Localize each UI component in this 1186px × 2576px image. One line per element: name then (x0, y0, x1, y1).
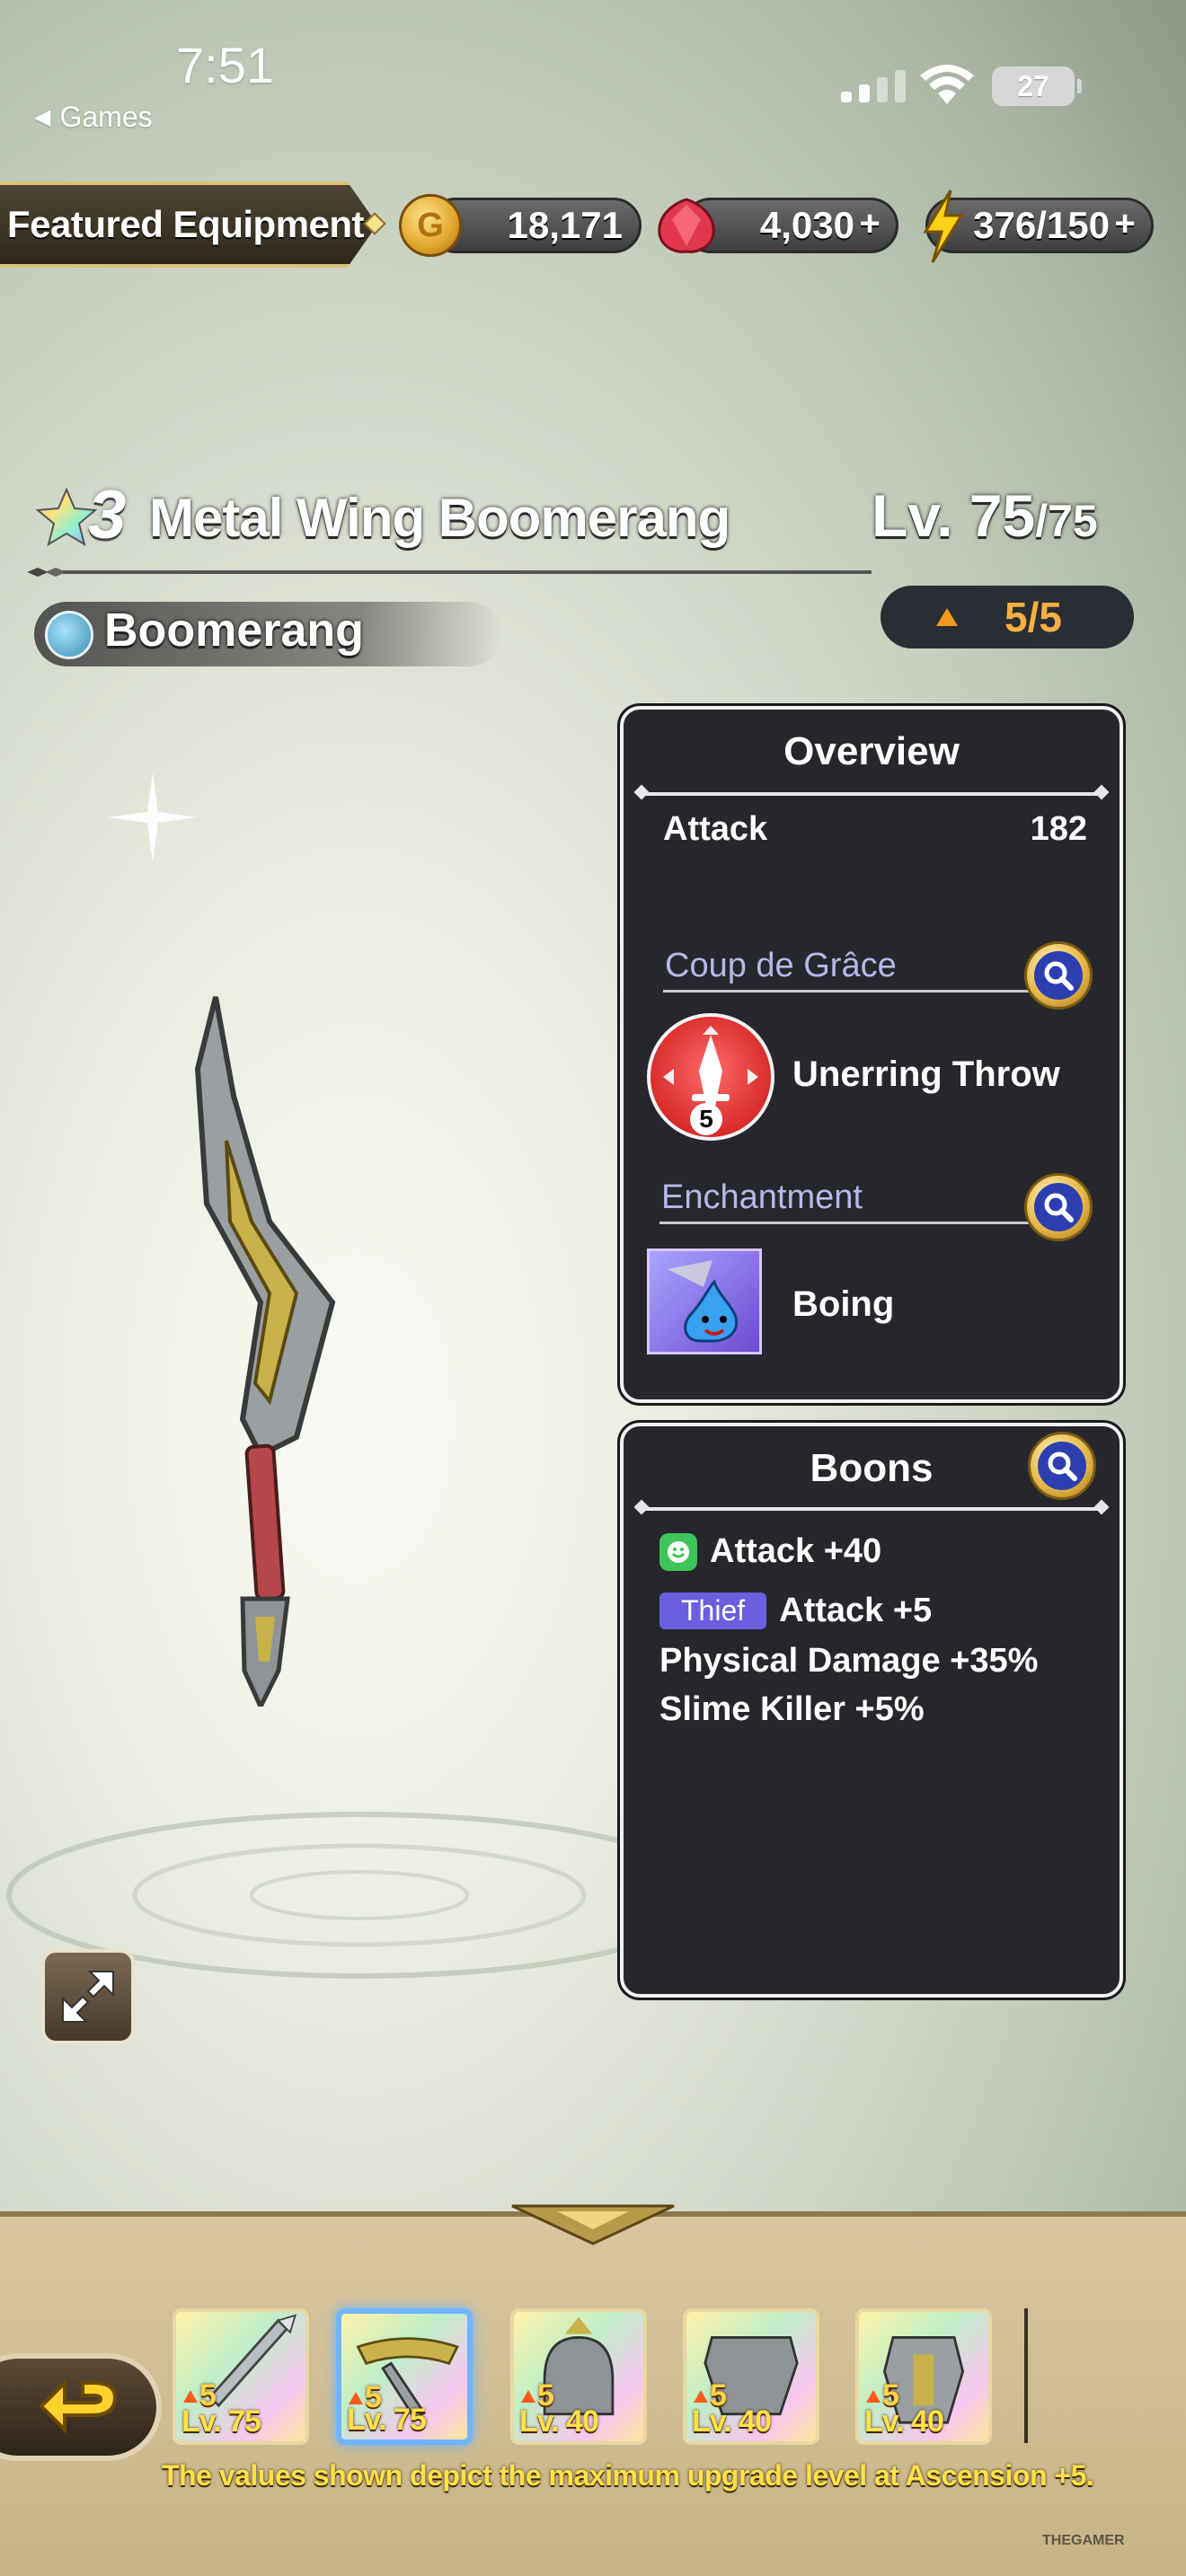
boons-panel: Boons Attack +40 Thief Attack +5 Physica… (620, 1423, 1123, 1998)
smile-icon (659, 1532, 697, 1571)
add-gems-plus-icon[interactable]: + (854, 206, 885, 242)
coup-de-grace-skill-name: Unerring Throw (792, 1054, 1060, 1094)
equipment-slot-boomerang-selected[interactable]: 5 Lv. 75 (336, 2308, 473, 2445)
sparkle-icon (108, 772, 198, 862)
item-name: Metal Wing Boomerang (149, 488, 730, 548)
boon-text: Attack +5 (779, 1592, 933, 1629)
boons-search-button[interactable] (1028, 1432, 1096, 1500)
status-time: 7:51 (176, 37, 274, 93)
boon-line: Attack +40 (659, 1532, 881, 1571)
slime-icon (668, 1260, 739, 1343)
thief-vocation-tag: Thief (659, 1592, 767, 1629)
boon-text: Slime Killer +5% (659, 1690, 925, 1728)
gem-amount: 4,030 (759, 204, 854, 246)
enchantment-divider (659, 1222, 1031, 1224)
slot-level: Lv. 40 (692, 2404, 772, 2439)
gold-amount: 18,171 (507, 204, 623, 246)
collapse-ornament-icon[interactable] (503, 2199, 683, 2249)
lightning-bolt-icon (923, 190, 964, 263)
equipment-slot-helmet[interactable]: 5 Lv. 40 (510, 2308, 647, 2445)
rarity-number: 3 (88, 477, 127, 553)
equipment-slot-spear[interactable]: 5 Lv. 75 (173, 2308, 309, 2445)
boons-divider (642, 1507, 1102, 1511)
enchantment-name: Boing (792, 1284, 895, 1324)
ascension-triangle-icon (936, 608, 958, 626)
attack-value: 182 (1030, 810, 1087, 848)
magnifier-icon (1044, 1193, 1074, 1222)
equipment-slot-armor[interactable]: 5 Lv. 40 (683, 2308, 819, 2445)
enchantment-search-button[interactable] (1024, 1173, 1093, 1241)
watermark: THEGAMER (1042, 2533, 1125, 2548)
coup-de-grace-search-button[interactable] (1024, 941, 1093, 1010)
wifi-icon (920, 65, 974, 104)
weapon-type-label: Boomerang (104, 604, 364, 657)
boon-text: Attack +40 (710, 1532, 882, 1570)
boomerang-type-icon (45, 611, 93, 659)
equipment-slot-body[interactable]: 5 Lv. 40 (855, 2308, 992, 2445)
overview-title: Overview (783, 729, 960, 773)
cellular-signal-icon (841, 70, 906, 102)
gem-icon (658, 198, 715, 253)
boomerang-weapon-art (194, 996, 336, 1707)
back-label: Games (59, 101, 153, 133)
screen-title: Featured Equipment (7, 203, 365, 245)
back-button[interactable] (0, 2353, 162, 2461)
back-to-games-link[interactable]: ◀ Games (34, 101, 153, 134)
battery-indicator: 27 (992, 66, 1082, 106)
magnifier-icon (1044, 961, 1074, 991)
slot-level: Lv. 40 (864, 2404, 944, 2439)
coup-divider (663, 990, 1031, 992)
magnifier-icon (1048, 1451, 1077, 1481)
expand-arrows-icon (62, 1971, 114, 2023)
slot-level: Lv. 40 (519, 2404, 599, 2439)
add-stamina-plus-icon[interactable]: + (1110, 206, 1140, 242)
overview-panel: Overview Attack 182 Coup de Grâce 5 Uner… (620, 706, 1123, 1403)
boon-line: Physical Damage +35% (659, 1642, 1038, 1681)
ascension-badge: 5/5 (881, 586, 1134, 648)
expand-view-button[interactable] (41, 1949, 135, 2044)
stamina-amount: 376/150 (973, 204, 1110, 246)
overview-divider (642, 792, 1102, 796)
footnote: The values shown depict the maximum upgr… (162, 2459, 1094, 2492)
attack-label: Attack (663, 810, 768, 848)
enchantment-label: Enchantment (661, 1178, 863, 1216)
featured-equipment-banner: Featured Equipment (0, 181, 377, 268)
back-arrow-icon: ◀ (34, 105, 51, 129)
level-max: /75 (1035, 496, 1098, 546)
coup-de-grace-label: Coup de Grâce (665, 947, 897, 984)
gold-coin-icon: G (399, 194, 462, 257)
boing-enchantment-icon[interactable] (647, 1248, 762, 1354)
title-divider (27, 568, 872, 577)
boon-text: Physical Damage +35% (659, 1642, 1039, 1680)
boon-line: Slime Killer +5% (659, 1690, 925, 1729)
ascension-value: 5/5 (1005, 594, 1062, 640)
slot-level: Lv. 75 (347, 2403, 427, 2437)
slot-level: Lv. 75 (181, 2404, 261, 2439)
unerring-throw-skill-icon[interactable]: 5 (647, 1013, 774, 1141)
level-current: Lv. 75 (872, 482, 1036, 549)
boon-line: Thief Attack +5 (659, 1592, 932, 1630)
skill-level-badge: 5 (690, 1103, 722, 1135)
item-level: Lv. 75/75 (872, 481, 1098, 550)
slot-divider (1024, 2308, 1028, 2443)
return-arrow-icon (39, 2378, 118, 2434)
